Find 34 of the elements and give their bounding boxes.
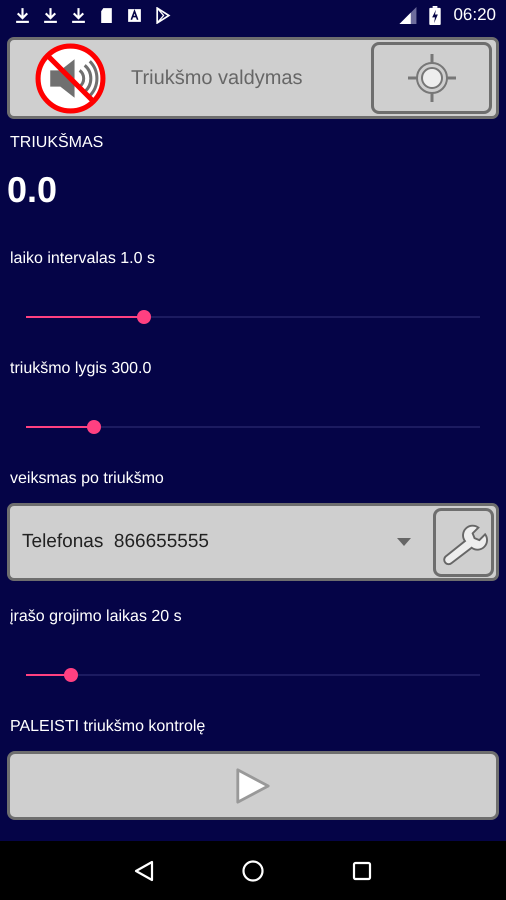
letter-icon bbox=[126, 6, 143, 24]
start-label: PALEISTI triukšmo kontrolę bbox=[9, 717, 206, 737]
play-button[interactable] bbox=[7, 751, 499, 820]
slider-thumb[interactable] bbox=[87, 420, 102, 434]
signal-icon bbox=[397, 6, 418, 24]
muted-speaker-icon bbox=[34, 42, 107, 114]
app-title: Triukšmo valdymas bbox=[131, 66, 304, 90]
action-label: veiksmas po triukšmo bbox=[9, 469, 165, 489]
caret-icon bbox=[397, 538, 411, 546]
home-icon[interactable] bbox=[242, 860, 264, 882]
sd-card-icon bbox=[98, 6, 115, 24]
clock-time: 06:20 bbox=[453, 5, 496, 25]
playback-slider[interactable] bbox=[26, 668, 480, 682]
recents-icon[interactable] bbox=[350, 860, 373, 882]
threshold-slider[interactable] bbox=[26, 420, 480, 434]
back-icon[interactable] bbox=[133, 860, 156, 882]
download-icon bbox=[70, 6, 87, 24]
action-dropdown[interactable]: Telefonas 866655555 bbox=[7, 503, 499, 581]
play-icon bbox=[234, 766, 272, 806]
playback-label: įrašo grojimo laikas 20 s bbox=[9, 607, 183, 627]
crosshair-icon bbox=[406, 53, 456, 103]
noise-label: TRIUKŠMAS bbox=[9, 133, 104, 153]
noise-value: 0.0 bbox=[6, 169, 58, 211]
battery-charging-icon bbox=[429, 6, 442, 24]
interval-label: laiko intervalas 1.0 s bbox=[9, 249, 156, 269]
interval-slider[interactable] bbox=[26, 310, 480, 324]
settings-button[interactable] bbox=[433, 508, 494, 576]
play-store-icon bbox=[154, 6, 171, 24]
threshold-label: triukšmo lygis 300.0 bbox=[9, 359, 152, 379]
slider-thumb[interactable] bbox=[137, 310, 152, 324]
target-button[interactable] bbox=[371, 42, 492, 114]
slider-thumb[interactable] bbox=[64, 668, 78, 682]
download-icon bbox=[42, 6, 59, 24]
download-icon bbox=[14, 6, 31, 24]
